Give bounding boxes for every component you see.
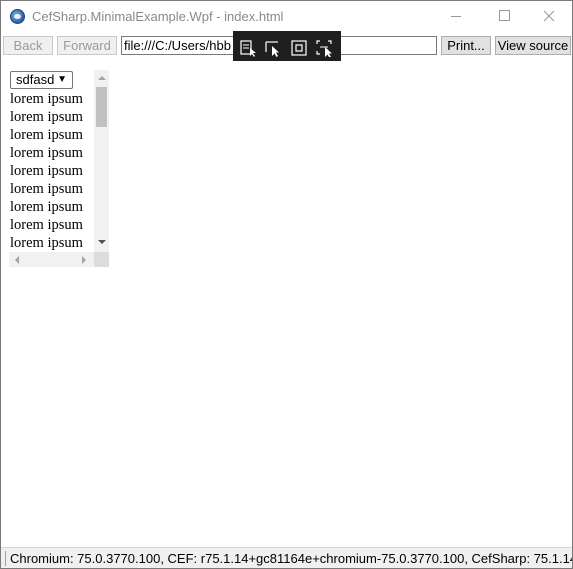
scroll-thumb[interactable] <box>96 87 107 127</box>
version-status-text: Chromium: 75.0.3770.100, CEF: r75.1.14+g… <box>10 551 573 566</box>
list-item: lorem ipsum <box>10 199 83 215</box>
status-bar: Chromium: 75.0.3770.100, CEF: r75.1.14+g… <box>1 547 572 568</box>
minimize-button[interactable] <box>433 1 479 32</box>
pointer-select-icon[interactable] <box>264 39 284 57</box>
maximize-button[interactable] <box>481 1 527 32</box>
iframe-frame: sdfasd ▼ lorem ipsum lorem ipsum lorem i… <box>9 70 109 270</box>
list-item: lorem ipsum <box>10 91 83 107</box>
window-title: CefSharp.MinimalExample.Wpf - index.html <box>32 9 284 24</box>
vertical-scrollbar[interactable] <box>94 70 109 252</box>
region-icon[interactable] <box>289 39 309 57</box>
list-item: lorem ipsum <box>10 163 83 179</box>
forward-button[interactable]: Forward <box>57 36 117 55</box>
cefsharp-globe-icon <box>10 9 25 24</box>
app-window: CefSharp.MinimalExample.Wpf - index.html… <box>0 0 573 569</box>
close-icon <box>543 10 555 22</box>
minimize-icon <box>451 16 461 17</box>
scroll-down-icon[interactable] <box>98 240 106 244</box>
horizontal-scrollbar[interactable] <box>9 252 94 267</box>
dropdown-value: sdfasd <box>16 72 55 87</box>
list-item: lorem ipsum <box>10 181 83 197</box>
scroll-left-icon[interactable] <box>15 256 19 264</box>
close-button[interactable] <box>526 1 572 32</box>
maximize-icon <box>499 10 510 21</box>
back-button[interactable]: Back <box>3 36 53 55</box>
list-item: lorem ipsum <box>10 145 83 161</box>
print-button[interactable]: Print... <box>441 36 491 55</box>
select-text-icon[interactable] <box>239 39 259 57</box>
list-item: lorem ipsum <box>10 127 83 143</box>
scroll-up-icon[interactable] <box>98 76 106 80</box>
scrollbar-corner <box>94 252 109 267</box>
status-separator <box>5 551 6 566</box>
list-item: lorem ipsum <box>10 217 83 233</box>
view-source-button[interactable]: View source <box>495 36 571 55</box>
browser-content: sdfasd ▼ lorem ipsum lorem ipsum lorem i… <box>1 61 572 547</box>
text-list: lorem ipsum lorem ipsum lorem ipsum lore… <box>10 90 94 252</box>
dropdown-arrow-icon: ▼ <box>57 74 67 85</box>
window-capture-icon[interactable] <box>315 39 335 57</box>
scroll-right-icon[interactable] <box>82 256 86 264</box>
dropdown-select[interactable]: sdfasd ▼ <box>10 71 73 89</box>
title-bar[interactable]: CefSharp.MinimalExample.Wpf - index.html <box>1 1 572 32</box>
list-item: lorem ipsum <box>10 109 83 125</box>
list-item: lorem ipsum <box>10 235 83 251</box>
